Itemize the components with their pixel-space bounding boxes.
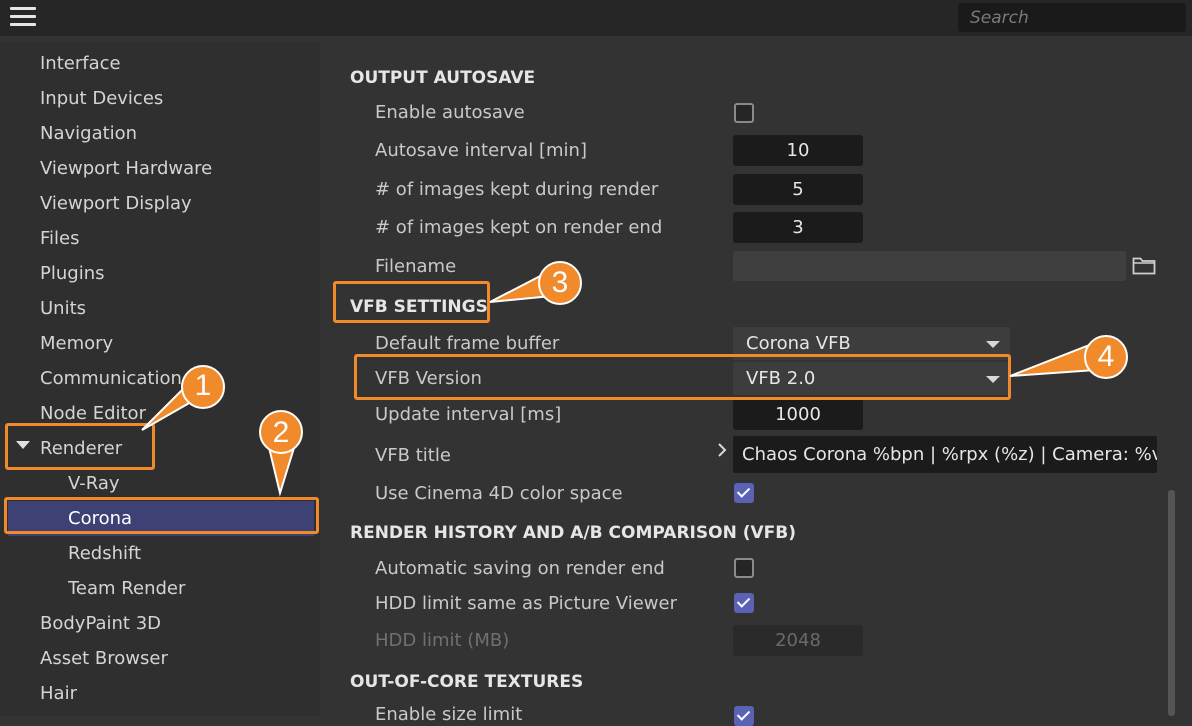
- update-interval-label: Update interval [ms]: [375, 404, 562, 425]
- chevron-right-icon[interactable]: [716, 442, 728, 458]
- images-kept-end-field[interactable]: 3: [733, 212, 863, 243]
- section-title-out-of-core: OUT-OF-CORE TEXTURES: [350, 672, 584, 692]
- scrollbar[interactable]: [1168, 490, 1175, 716]
- images-kept-end-label: # of images kept on render end: [375, 217, 663, 238]
- sidebar-item-plugins[interactable]: Plugins: [40, 256, 104, 291]
- filename-label: Filename: [375, 256, 457, 277]
- sidebar: Interface Input Devices Navigation Viewp…: [0, 42, 320, 716]
- callout-2-label: 2: [272, 416, 290, 449]
- callout-3-label: 3: [551, 266, 569, 299]
- enable-size-limit-checkbox[interactable]: [734, 706, 754, 726]
- sidebar-item-hair[interactable]: Hair: [40, 676, 77, 711]
- cinema-color-space-checkbox[interactable]: [734, 483, 754, 503]
- hdd-limit-label: HDD limit (MB): [375, 630, 510, 651]
- images-kept-during-field[interactable]: 5: [733, 174, 863, 205]
- enable-autosave-checkbox[interactable]: [734, 103, 754, 123]
- sidebar-item-team-render[interactable]: Team Render: [68, 571, 185, 606]
- vfb-title-field[interactable]: Chaos Corona %bpn | %rpx (%z) | Camera: …: [733, 436, 1157, 473]
- cinema-color-space-label: Use Cinema 4D color space: [375, 483, 623, 504]
- auto-saving-label: Automatic saving on render end: [375, 558, 665, 579]
- sidebar-item-input-devices[interactable]: Input Devices: [40, 81, 163, 116]
- sidebar-item-viewport-hardware[interactable]: Viewport Hardware: [40, 151, 212, 186]
- vfb-version-label: VFB Version: [375, 368, 482, 389]
- callout-1-label: 1: [194, 369, 212, 402]
- folder-icon[interactable]: [1132, 255, 1156, 275]
- filename-field[interactable]: [733, 251, 1126, 281]
- section-title-render-history: RENDER HISTORY AND A/B COMPARISON (VFB): [350, 523, 796, 543]
- section-title-vfb-settings: VFB SETTINGS: [350, 297, 488, 317]
- section-title-output-autosave: OUTPUT AUTOSAVE: [350, 68, 536, 88]
- default-frame-buffer-value: Corona VFB: [746, 333, 851, 354]
- top-bar: [0, 0, 1192, 36]
- sidebar-item-communication[interactable]: Communication: [40, 361, 182, 396]
- sidebar-item-asset-browser[interactable]: Asset Browser: [40, 641, 168, 676]
- sidebar-item-corona[interactable]: Corona: [8, 501, 314, 536]
- auto-saving-checkbox[interactable]: [734, 558, 754, 578]
- chevron-down-icon: [986, 341, 1000, 348]
- sidebar-item-redshift[interactable]: Redshift: [68, 536, 141, 571]
- hdd-limit-same-checkbox[interactable]: [734, 593, 754, 613]
- vfb-version-value: VFB 2.0: [746, 368, 816, 389]
- sidebar-item-v-ray[interactable]: V-Ray: [68, 466, 120, 501]
- sidebar-item-renderer[interactable]: Renderer: [40, 431, 122, 466]
- enable-size-limit-label: Enable size limit: [375, 704, 523, 725]
- callout-4-label: 4: [1097, 340, 1115, 373]
- sidebar-item-navigation[interactable]: Navigation: [40, 116, 137, 151]
- hamburger-menu-icon[interactable]: [10, 7, 36, 27]
- chevron-down-icon: [986, 376, 1000, 383]
- update-interval-field[interactable]: 1000: [733, 399, 863, 430]
- autosave-interval-label: Autosave interval [min]: [375, 140, 587, 161]
- hdd-limit-same-label: HDD limit same as Picture Viewer: [375, 593, 677, 614]
- vfb-title-label: VFB title: [375, 445, 451, 466]
- images-kept-during-label: # of images kept during render: [375, 179, 659, 200]
- vfb-version-dropdown[interactable]: VFB 2.0: [733, 362, 1010, 395]
- expand-triangle-icon[interactable]: [16, 441, 30, 449]
- sidebar-item-files[interactable]: Files: [40, 221, 80, 256]
- enable-autosave-label: Enable autosave: [375, 102, 525, 123]
- sidebar-item-units[interactable]: Units: [40, 291, 86, 326]
- search-input[interactable]: [958, 3, 1186, 32]
- default-frame-buffer-label: Default frame buffer: [375, 333, 560, 354]
- default-frame-buffer-dropdown[interactable]: Corona VFB: [733, 327, 1010, 360]
- hdd-limit-field: 2048: [733, 625, 863, 656]
- sidebar-item-bodypaint-3d[interactable]: BodyPaint 3D: [40, 606, 161, 641]
- sidebar-item-memory[interactable]: Memory: [40, 326, 113, 361]
- sidebar-item-node-editor[interactable]: Node Editor: [40, 396, 146, 431]
- autosave-interval-field[interactable]: 10: [733, 135, 863, 166]
- sidebar-item-viewport-display[interactable]: Viewport Display: [40, 186, 192, 221]
- sidebar-item-interface[interactable]: Interface: [40, 46, 121, 81]
